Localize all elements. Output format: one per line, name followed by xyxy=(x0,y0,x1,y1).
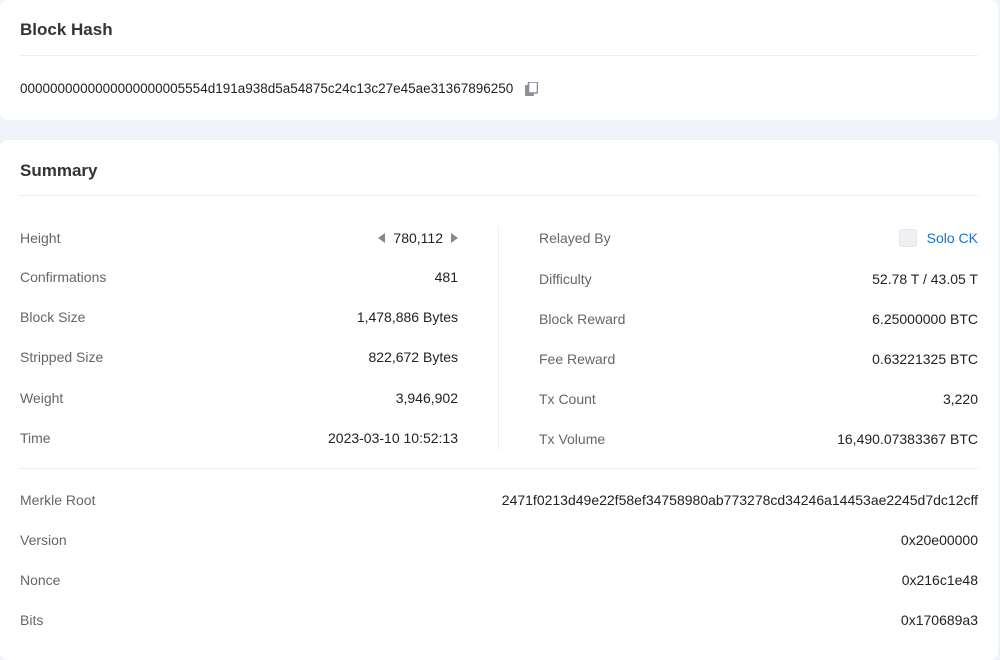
summary-row-height: Height 780,112 xyxy=(20,228,458,248)
version-label: Version xyxy=(20,532,67,548)
block-reward-label: Block Reward xyxy=(539,311,626,327)
divider xyxy=(20,468,978,469)
height-label: Height xyxy=(20,230,61,246)
height-value: 780,112 xyxy=(393,230,443,246)
block-hash-value[interactable]: 0000000000000000000005554d191a938d5a5487… xyxy=(20,81,513,96)
summary-row-nonce: Nonce 0x216c1e48 xyxy=(20,570,978,590)
confirmations-label: Confirmations xyxy=(20,269,107,285)
summary-row-bits: Bits 0x170689a3 xyxy=(20,610,978,630)
relayed-by-value-group: Solo CK xyxy=(898,228,978,248)
time-label: Time xyxy=(20,430,51,446)
difficulty-value: 52.78 T / 43.05 T xyxy=(872,271,978,287)
summary-title: Summary xyxy=(20,161,98,180)
tx-volume-value: 16,490.07383367 BTC xyxy=(837,431,978,447)
stripped-size-label: Stripped Size xyxy=(20,349,104,365)
fee-reward-label: Fee Reward xyxy=(539,351,616,367)
summary-row-confirmations: Confirmations 481 xyxy=(20,267,458,287)
nonce-value: 0x216c1e48 xyxy=(901,572,978,588)
weight-value: 3,946,902 xyxy=(395,390,458,406)
merkle-root-label: Merkle Root xyxy=(20,492,96,508)
bits-value: 0x170689a3 xyxy=(900,612,978,628)
block-size-label: Block Size xyxy=(20,309,86,325)
copy-icon[interactable] xyxy=(525,81,539,96)
block-hash-row: 0000000000000000000005554d191a938d5a5487… xyxy=(20,81,539,96)
tx-count-label: Tx Count xyxy=(539,391,596,407)
relayed-by-link[interactable]: Solo CK xyxy=(898,228,978,248)
next-block-arrow-icon[interactable] xyxy=(451,233,458,243)
block-reward-value: 6.25000000 BTC xyxy=(872,311,978,327)
column-divider xyxy=(498,226,499,450)
summary-row-stripped-size: Stripped Size 822,672 Bytes xyxy=(20,347,458,367)
merkle-root-value: 2471f0213d49e22f58ef34758980ab773278cd34… xyxy=(501,492,978,508)
tx-volume-label: Tx Volume xyxy=(539,431,606,447)
summary-row-tx-count: Tx Count 3,220 xyxy=(539,389,978,409)
divider xyxy=(20,55,978,56)
summary-row-fee-reward: Fee Reward 0.63221325 BTC xyxy=(539,349,978,369)
bits-label: Bits xyxy=(20,612,44,628)
summary-row-block-reward: Block Reward 6.25000000 BTC xyxy=(539,309,978,329)
summary-row-merkle-root: Merkle Root 2471f0213d49e22f58ef34758980… xyxy=(20,490,978,510)
relayed-by-label: Relayed By xyxy=(539,230,611,246)
tx-count-value: 3,220 xyxy=(942,391,978,407)
confirmations-value: 481 xyxy=(434,269,458,285)
summary-row-difficulty: Difficulty 52.78 T / 43.05 T xyxy=(539,269,978,289)
time-value: 2023-03-10 10:52:13 xyxy=(328,430,458,446)
relayed-by-value: Solo CK xyxy=(926,230,978,246)
fee-reward-value: 0.63221325 BTC xyxy=(872,351,978,367)
summary-row-block-size: Block Size 1,478,886 Bytes xyxy=(20,307,458,327)
divider xyxy=(20,195,978,196)
summary-row-tx-volume: Tx Volume 16,490.07383367 BTC xyxy=(539,429,978,449)
summary-row-relayed-by: Relayed By Solo CK xyxy=(539,228,978,248)
summary-row-version: Version 0x20e00000 xyxy=(20,530,978,550)
previous-block-arrow-icon[interactable] xyxy=(378,233,386,243)
summary-row-weight: Weight 3,946,902 xyxy=(20,388,458,408)
height-value-group: 780,112 xyxy=(378,228,458,248)
block-hash-card: Block Hash 0000000000000000000005554d191… xyxy=(0,0,998,120)
difficulty-label: Difficulty xyxy=(539,271,592,287)
stripped-size-value: 822,672 Bytes xyxy=(368,349,458,365)
summary-card: Summary Height 780,112 Confirmations 481… xyxy=(0,140,998,660)
block-size-value: 1,478,886 Bytes xyxy=(356,309,458,325)
block-hash-title: Block Hash xyxy=(20,20,113,39)
nonce-label: Nonce xyxy=(20,572,61,588)
version-value: 0x20e00000 xyxy=(900,532,978,548)
summary-row-time: Time 2023-03-10 10:52:13 xyxy=(20,428,458,448)
pool-logo-icon xyxy=(898,229,917,247)
weight-label: Weight xyxy=(20,390,64,406)
